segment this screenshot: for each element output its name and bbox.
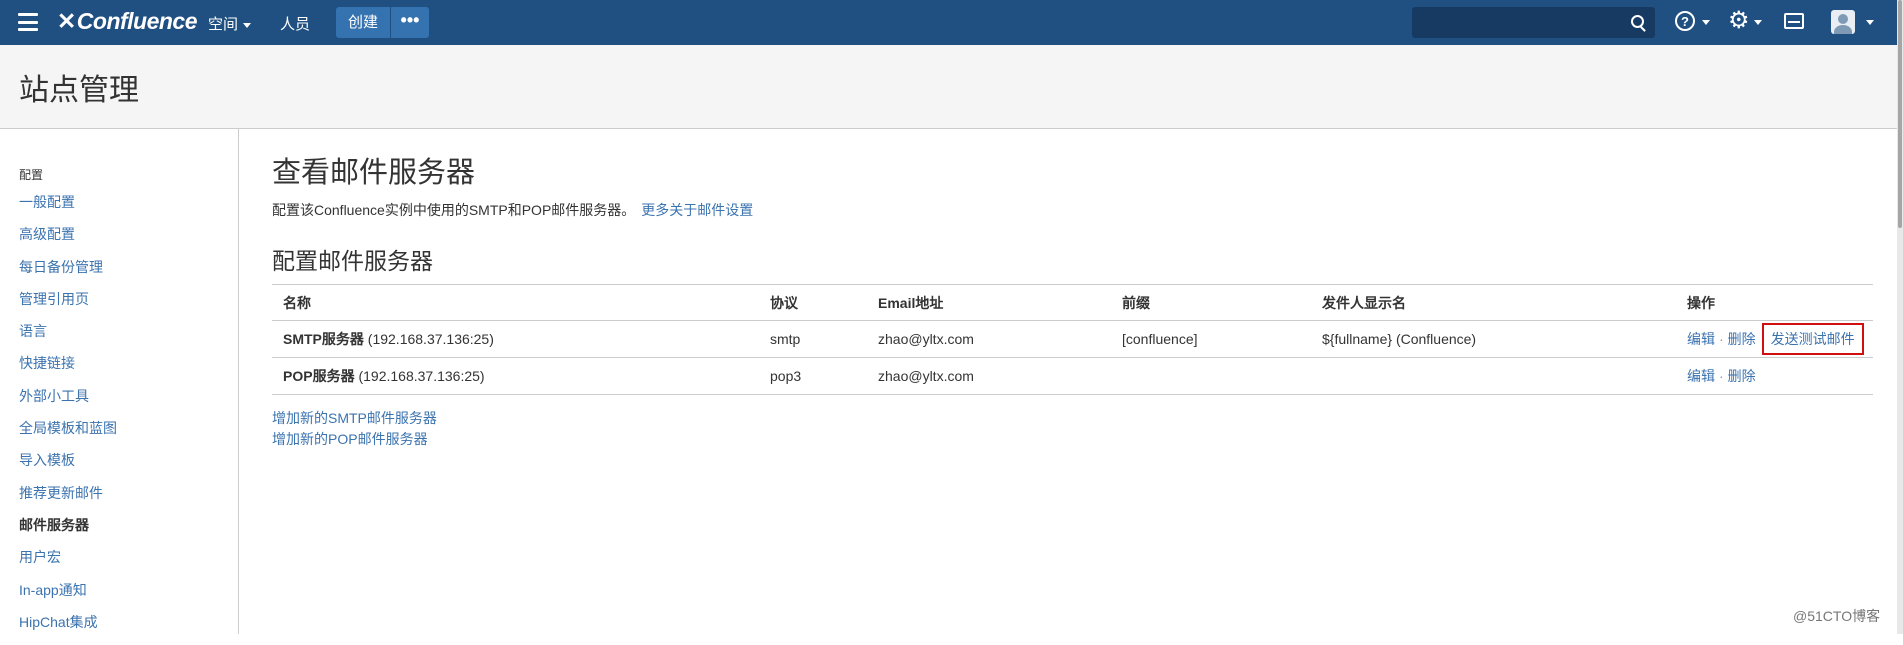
add-server-links: 增加新的SMTP邮件服务器 增加新的POP邮件服务器 xyxy=(272,408,437,450)
main-title: 查看邮件服务器 xyxy=(272,157,476,189)
sidebar-heading: 配置 xyxy=(19,168,44,182)
top-navigation-bar: ✕Confluence 空间 人员 创建 ••• ? ⚙ xyxy=(0,0,1903,45)
scrollbar-thumb[interactable] xyxy=(1898,0,1902,228)
help-icon[interactable]: ? xyxy=(1675,11,1695,31)
actions-cell: 编辑 · 删除 发送测试邮件 xyxy=(1676,320,1873,358)
column-header-from-name: 发件人显示名 xyxy=(1311,284,1676,321)
column-header-actions: 操作 xyxy=(1676,284,1873,321)
sidebar-item-general-config[interactable]: 一般配置 xyxy=(19,193,117,225)
table-row: SMTP服务器 (192.168.37.136:25) smtp zhao@yl… xyxy=(272,320,1873,358)
chevron-down-icon xyxy=(243,22,252,28)
page-header: 站点管理 xyxy=(0,45,1897,129)
email-cell: zhao@yltx.com xyxy=(867,320,1111,358)
sidebar-item-user-macros[interactable]: 用户宏 xyxy=(19,548,117,580)
sidebar-item-import-templates[interactable]: 导入模板 xyxy=(19,451,117,483)
create-button[interactable]: 创建 xyxy=(336,7,390,38)
protocol-cell: smtp xyxy=(759,320,867,358)
sidebar-item-mail-servers[interactable]: 邮件服务器 xyxy=(19,516,117,548)
gear-icon[interactable]: ⚙ xyxy=(1728,8,1750,34)
delete-link[interactable]: 删除 xyxy=(1728,368,1756,384)
confluence-logo[interactable]: ✕Confluence xyxy=(57,8,198,35)
sidebar-item-shortcut-links[interactable]: 快捷链接 xyxy=(19,354,117,386)
help-chevron-down-icon[interactable] xyxy=(1702,20,1710,25)
sidebar-item-daily-backup[interactable]: 每日备份管理 xyxy=(19,258,117,290)
section-title: 配置邮件服务器 xyxy=(272,248,433,274)
page-title: 站点管理 xyxy=(19,74,139,107)
search-icon[interactable] xyxy=(1631,15,1644,28)
table-row: POP服务器 (192.168.37.136:25) pop3 zhao@ylt… xyxy=(272,357,1873,395)
column-header-name: 名称 xyxy=(272,284,759,321)
server-name: POP服务器 xyxy=(283,368,355,384)
nav-people-link[interactable]: 人员 xyxy=(280,13,310,34)
action-separator: · xyxy=(1719,368,1724,384)
sidebar-item-in-app-notifications[interactable]: In-app通知 xyxy=(19,581,117,613)
column-header-email: Email地址 xyxy=(867,284,1111,321)
description: 配置该Confluence实例中使用的SMTP和POP邮件服务器。 更多关于邮件设… xyxy=(272,200,753,220)
server-name-cell: POP服务器 (192.168.37.136:25) xyxy=(272,357,759,395)
add-smtp-server-link[interactable]: 增加新的SMTP邮件服务器 xyxy=(272,408,437,429)
from-name-cell: ${fullname} (Confluence) xyxy=(1311,320,1676,358)
create-more-button[interactable]: ••• xyxy=(391,7,429,38)
server-name-cell: SMTP服务器 (192.168.37.136:25) xyxy=(272,320,759,358)
gear-chevron-down-icon[interactable] xyxy=(1754,20,1762,25)
learn-more-link[interactable]: 更多关于邮件设置 xyxy=(641,202,753,218)
edit-link[interactable]: 编辑 xyxy=(1687,331,1715,347)
sidebar-menu: 一般配置 高级配置 每日备份管理 管理引用页 语言 快捷链接 外部小工具 全局模… xyxy=(19,193,117,645)
sidebar-item-recommended-updates[interactable]: 推荐更新邮件 xyxy=(19,484,117,516)
protocol-cell: pop3 xyxy=(759,357,867,395)
admin-sidebar: 配置 一般配置 高级配置 每日备份管理 管理引用页 语言 快捷链接 外部小工具 … xyxy=(0,129,239,634)
mail-server-table: 名称 协议 Email地址 前缀 发件人显示名 操作 SMTP服务器 (192.… xyxy=(272,284,1873,395)
sidebar-item-manage-referrers[interactable]: 管理引用页 xyxy=(19,290,117,322)
add-pop-server-link[interactable]: 增加新的POP邮件服务器 xyxy=(272,429,437,450)
inbox-icon[interactable] xyxy=(1784,13,1804,29)
sidebar-item-external-gadgets[interactable]: 外部小工具 xyxy=(19,387,117,419)
user-avatar-icon[interactable] xyxy=(1831,10,1855,34)
table-header-row: 名称 协议 Email地址 前缀 发件人显示名 操作 xyxy=(272,284,1873,321)
action-separator: · xyxy=(1719,331,1724,347)
server-host: (192.168.37.136:25) xyxy=(358,368,485,384)
column-header-protocol: 协议 xyxy=(759,284,867,321)
from-name-cell xyxy=(1311,357,1676,395)
prefix-cell: [confluence] xyxy=(1111,320,1311,358)
confluence-x-icon: ✕ xyxy=(57,8,76,34)
description-text: 配置该Confluence实例中使用的SMTP和POP邮件服务器。 xyxy=(272,202,636,218)
sidebar-item-languages[interactable]: 语言 xyxy=(19,322,117,354)
nav-spaces-label: 空间 xyxy=(208,16,239,33)
watermark: @51CTO博客 xyxy=(1793,608,1881,624)
send-test-email-link[interactable]: 发送测试邮件 xyxy=(1761,323,1864,355)
email-cell: zhao@yltx.com xyxy=(867,357,1111,395)
column-header-prefix: 前缀 xyxy=(1111,284,1311,321)
edit-link[interactable]: 编辑 xyxy=(1687,368,1715,384)
server-name: SMTP服务器 xyxy=(283,331,364,347)
sidebar-item-advanced-config[interactable]: 高级配置 xyxy=(19,225,117,257)
server-host: (192.168.37.136:25) xyxy=(367,331,494,347)
avatar-chevron-down-icon[interactable] xyxy=(1866,20,1874,25)
prefix-cell xyxy=(1111,357,1311,395)
sidebar-item-hipchat[interactable]: HipChat集成 xyxy=(19,613,117,645)
hamburger-menu-icon[interactable] xyxy=(18,13,38,31)
delete-link[interactable]: 删除 xyxy=(1728,331,1756,347)
sidebar-item-global-templates[interactable]: 全局模板和蓝图 xyxy=(19,419,117,451)
nav-spaces-menu[interactable]: 空间 xyxy=(208,13,252,34)
actions-cell: 编辑 · 删除 xyxy=(1676,357,1873,395)
search-input[interactable] xyxy=(1412,7,1655,38)
